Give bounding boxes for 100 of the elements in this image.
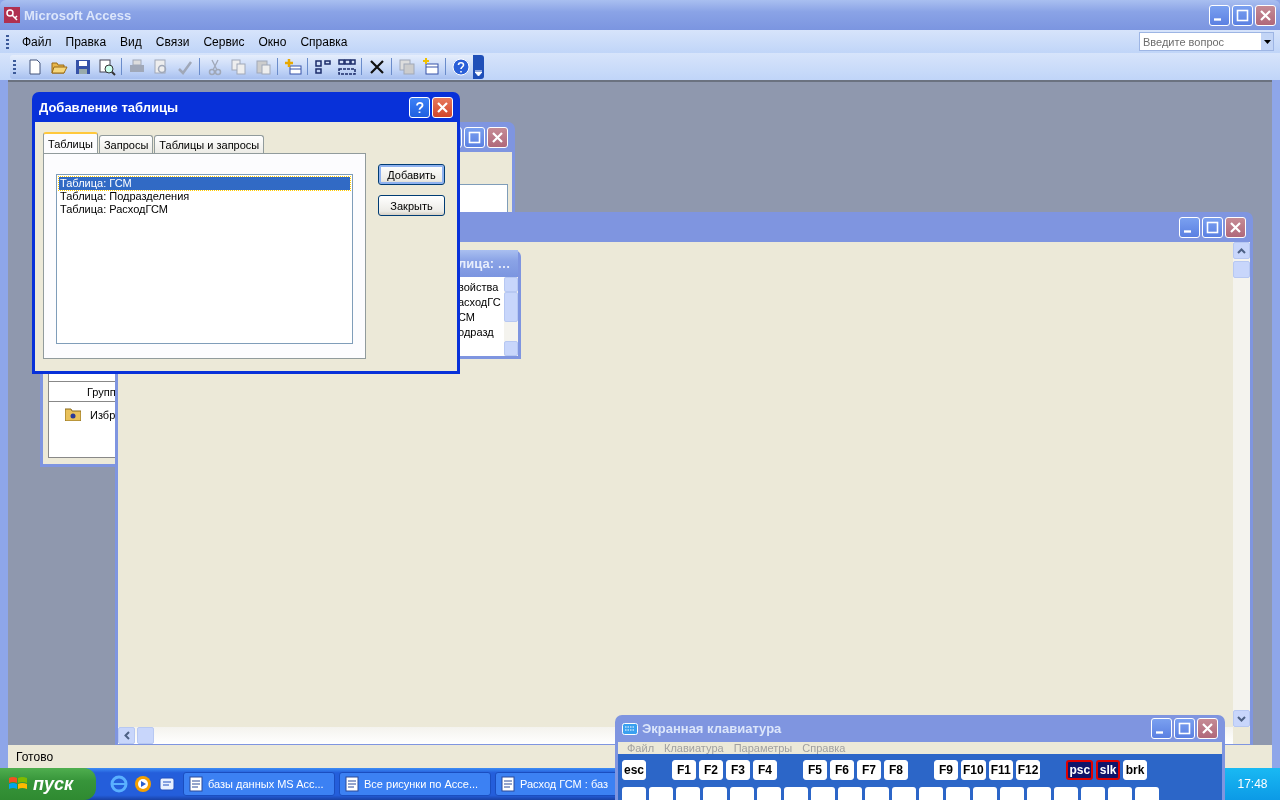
menu-item[interactable]: Правка [58, 32, 114, 51]
start-button[interactable]: пуск [0, 768, 96, 800]
keyboard-key[interactable]: F10 [961, 760, 986, 780]
menu-item[interactable]: Окно [251, 32, 294, 51]
groups-header: Групп [87, 385, 116, 398]
menu-item[interactable]: Файл [15, 32, 59, 51]
help-icon [451, 57, 470, 76]
minimize-icon [1184, 229, 1191, 233]
list-item[interactable]: Таблица: РасходГСМ [59, 203, 350, 216]
windows-icon [397, 57, 416, 76]
maximize-icon [1236, 8, 1249, 22]
relationships-icon [337, 57, 356, 76]
close-icon [1229, 220, 1242, 234]
minimize-button[interactable] [1151, 718, 1172, 739]
browser-icon[interactable] [110, 775, 128, 793]
document-icon [344, 776, 360, 792]
close-button[interactable] [1225, 216, 1246, 238]
maximize-icon [1178, 722, 1191, 735]
field-name[interactable]: одразд [458, 325, 504, 340]
field-name[interactable]: асходГС [458, 295, 504, 310]
minimize-icon [1156, 731, 1163, 734]
keyboard-key[interactable]: F1 [672, 760, 697, 780]
list-item[interactable]: Таблица: Подразделения [59, 190, 350, 203]
status-text: Готово [16, 749, 54, 764]
list-item[interactable]: Таблица: ГСМ [59, 177, 350, 190]
maximize-button[interactable] [464, 126, 485, 148]
keyboard-key[interactable]: F7 [857, 760, 882, 780]
keyboard-key[interactable]: brk [1123, 760, 1148, 780]
tab[interactable]: Запросы [98, 135, 154, 153]
menu-grip[interactable] [6, 34, 9, 49]
close-button[interactable] [1197, 718, 1218, 739]
scroll-up-button[interactable] [504, 277, 518, 292]
dialog-button[interactable]: Закрыть [378, 195, 445, 216]
key-icon [4, 7, 20, 23]
document-icon [500, 776, 516, 792]
caret-icon [475, 69, 482, 76]
keyboard-title: Экранная клавиатура [642, 721, 783, 736]
close-button[interactable] [1255, 4, 1276, 26]
folder-icon [65, 408, 81, 421]
keyboard-key[interactable]: F3 [726, 760, 751, 780]
keyboard-key[interactable]: slk [1096, 760, 1121, 780]
close-icon [1201, 722, 1214, 735]
maximize-button[interactable] [1232, 4, 1253, 26]
keyboard-key[interactable]: F8 [884, 760, 909, 780]
maximize-button[interactable] [1174, 718, 1195, 739]
close-button[interactable] [487, 126, 508, 148]
toolbar-options-button[interactable] [473, 54, 484, 79]
delete-icon [367, 57, 386, 76]
keyboard-key[interactable]: F6 [830, 760, 855, 780]
tab[interactable]: Таблицы и запросы [154, 135, 265, 153]
clock: 17:48 [1237, 777, 1268, 791]
keyboard-key[interactable]: F4 [753, 760, 778, 780]
document-icon [188, 776, 204, 792]
minimize-button[interactable] [1209, 4, 1230, 26]
group-item[interactable]: Избр [90, 408, 116, 421]
menu-item[interactable]: Справка [293, 32, 355, 51]
taskbar-button[interactable]: Все рисунки по Acce... [339, 772, 491, 796]
menu-item[interactable]: Связи [148, 32, 197, 51]
scroll-down-button[interactable] [504, 341, 518, 356]
window-title: Microsoft Access [24, 7, 133, 23]
keyboard-key[interactable]: esc [622, 760, 647, 780]
keyboard-key[interactable]: F5 [803, 760, 828, 780]
scroll-thumb[interactable] [504, 292, 518, 322]
maximize-button[interactable] [1202, 216, 1223, 238]
tab[interactable]: Таблицы [43, 132, 98, 153]
close-icon [1259, 8, 1272, 22]
dialog-title: Добавление таблицы [39, 99, 180, 115]
desktop-icon[interactable] [158, 775, 176, 793]
media-player-icon[interactable] [134, 775, 152, 793]
keyboard-icon [622, 722, 638, 735]
new-object-icon [421, 57, 440, 76]
keyboard-key[interactable]: F11 [988, 760, 1013, 780]
table-box-title: лица: … [458, 250, 518, 277]
menu-item[interactable]: Вид [113, 32, 149, 51]
keyboard-key[interactable]: F9 [934, 760, 959, 780]
help-icon [413, 100, 426, 114]
close-icon [491, 130, 504, 144]
vertical-scrollbar[interactable] [1233, 242, 1250, 727]
taskbar-button[interactable]: базы данных MS Acc... [183, 772, 335, 796]
keyboard-key[interactable]: psc [1066, 760, 1094, 780]
relationship-icon [313, 57, 332, 76]
maximize-icon [468, 130, 481, 144]
minimize-icon [1214, 17, 1221, 21]
menu-item[interactable]: Сервис [196, 32, 252, 51]
scroll-thumb[interactable] [137, 727, 154, 744]
scroll-thumb[interactable] [1233, 261, 1250, 278]
paste-icon [253, 57, 272, 76]
add-table-icon [283, 57, 302, 76]
search-icon [97, 57, 116, 76]
vertical-scrollbar[interactable] [504, 277, 518, 356]
keyboard-key[interactable]: F2 [699, 760, 724, 780]
save-icon [73, 57, 92, 76]
close-button[interactable] [432, 96, 453, 118]
toolbar-grip[interactable] [13, 59, 16, 74]
minimize-button[interactable] [1179, 216, 1200, 238]
close-icon [436, 100, 449, 114]
maximize-icon [1206, 220, 1219, 234]
help-button[interactable] [409, 96, 430, 118]
keyboard-key[interactable]: F12 [1015, 760, 1041, 780]
dialog-button[interactable]: Добавить [378, 164, 445, 185]
